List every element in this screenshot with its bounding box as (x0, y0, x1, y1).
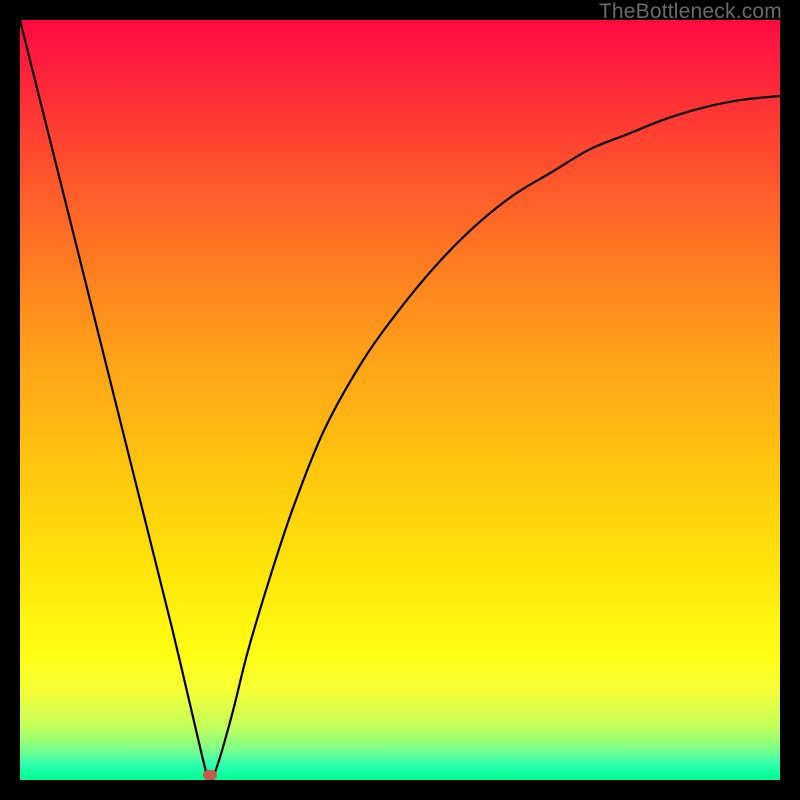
optimum-marker (203, 770, 217, 780)
plot-area (20, 20, 780, 780)
bottleneck-curve (20, 20, 780, 780)
curve-svg (20, 20, 780, 780)
chart-frame: TheBottleneck.com (0, 0, 800, 800)
